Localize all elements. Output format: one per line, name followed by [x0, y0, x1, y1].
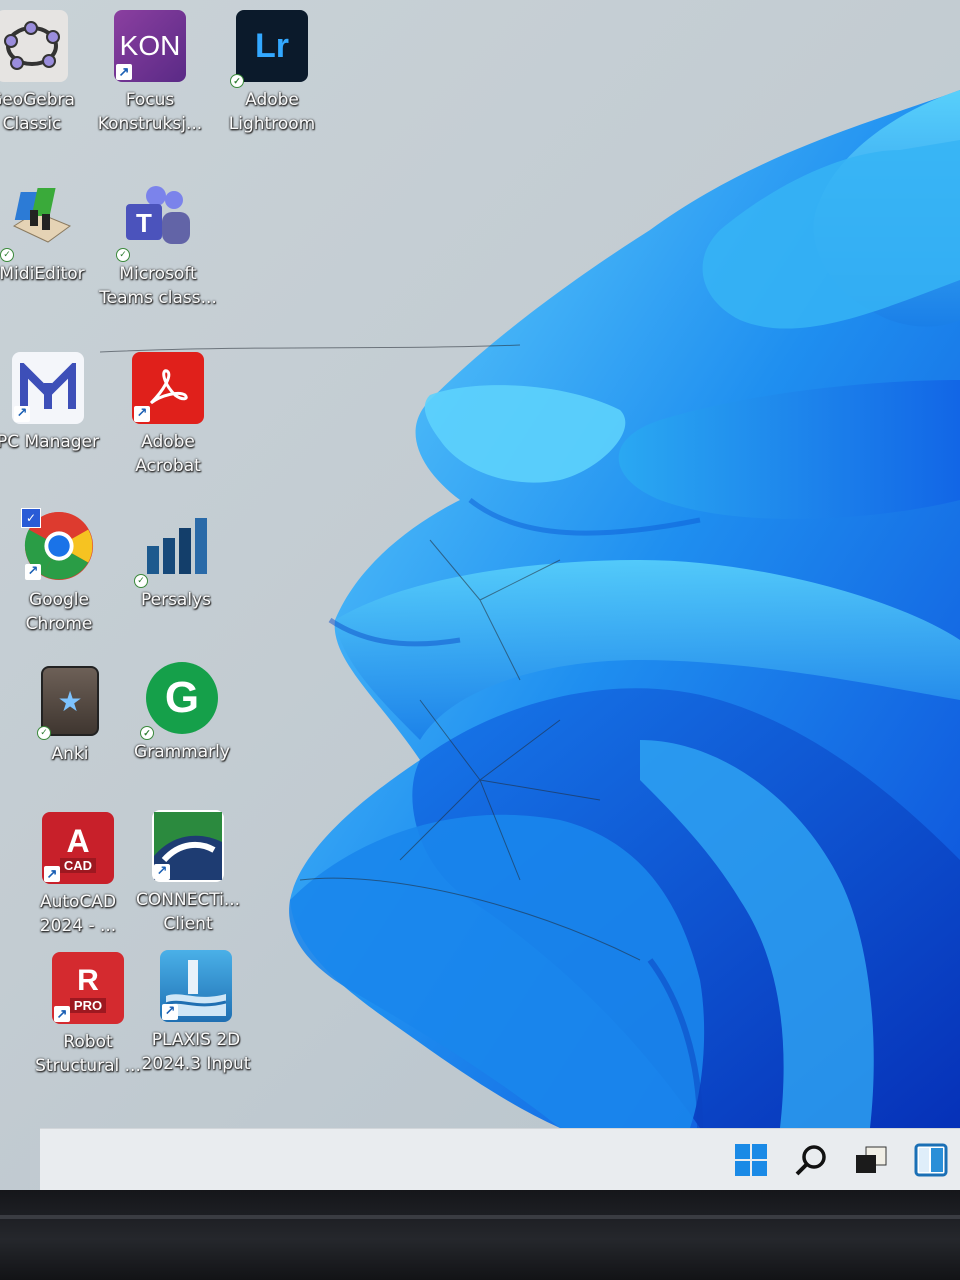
desktop-icon-label: MidiEditor	[0, 264, 85, 284]
robot-structural-icon: R PRO ↗	[52, 952, 124, 1024]
widgets-button[interactable]	[910, 1139, 952, 1181]
widgets-icon	[914, 1143, 948, 1177]
autocad-tile-text: A	[66, 822, 90, 859]
bezel-edge	[0, 1215, 960, 1219]
shortcut-arrow-icon: ↗	[54, 1006, 70, 1022]
desktop-icon-label: Persalys	[140, 590, 211, 610]
sync-check-icon: ✓	[230, 74, 244, 88]
desktop-icon-acrobat[interactable]: ↗ Adobe Acrobat	[108, 352, 228, 478]
desktop-icon-anki[interactable]: ★ ✓ Anki	[10, 666, 130, 766]
desktop-icon-label: Adobe Acrobat	[135, 432, 201, 476]
shortcut-arrow-icon: ↗	[44, 866, 60, 882]
midieditor-icon: ✓	[0, 184, 78, 262]
shortcut-arrow-icon: ↗	[134, 406, 150, 422]
grammarly-icon: G ✓	[140, 662, 218, 740]
desktop-icon-connect-client[interactable]: ↗ CONNECTi... Client	[128, 810, 248, 936]
desktop-icon-midieditor[interactable]: ✓ MidiEditor	[0, 184, 102, 286]
desktop-icon-label: AutoCAD 2024 - ...	[39, 892, 117, 936]
desktop-icon-plaxis[interactable]: ↗ PLAXIS 2D 2024.3 Input	[136, 950, 256, 1076]
autocad-icon: A CAD ↗	[42, 812, 114, 884]
desktop-icon-focus-konstruksjon[interactable]: KON ↗ Focus Konstruksj...	[90, 10, 210, 136]
shortcut-arrow-icon: ↗	[154, 864, 170, 880]
desktop-icon-autocad[interactable]: A CAD ↗ AutoCAD 2024 - ...	[18, 812, 138, 938]
shortcut-arrow-icon: ↗	[25, 564, 41, 580]
sync-check-icon: ✓	[134, 574, 148, 588]
search-button[interactable]	[790, 1139, 832, 1181]
sync-check-icon: ✓	[37, 726, 51, 740]
shortcut-arrow-icon: ↗	[162, 1004, 178, 1020]
desktop-icon-pc-manager[interactable]: ↗ PC Manager	[0, 352, 108, 454]
autocad-tile-sub: CAD	[59, 857, 97, 873]
robot-tile-text: R	[77, 963, 99, 997]
start-icon	[735, 1144, 767, 1176]
start-button[interactable]	[730, 1139, 772, 1181]
chrome-icon: ↗ ✓	[21, 508, 95, 582]
acrobat-icon: ↗	[132, 352, 204, 424]
desktop-icon-label: CONNECTi... Client	[135, 890, 241, 934]
desktop-icon-label: Adobe Lightroom	[228, 90, 316, 134]
task-view-button[interactable]	[850, 1139, 892, 1181]
sync-check-icon: ✓	[140, 726, 154, 740]
desktop-icon-persalys[interactable]: ✓ Persalys	[116, 510, 236, 612]
grammarly-tile-text: G	[164, 673, 200, 722]
lightroom-icon: Lr ✓	[230, 10, 308, 88]
desktop-icon-label: Microsoft Teams class...	[99, 264, 217, 308]
desktop-icon-label: Anki	[51, 744, 89, 764]
focus-kon-icon: KON ↗	[114, 10, 186, 82]
lightroom-tile-text: Lr	[255, 26, 289, 65]
robot-tile-sub: PRO	[69, 997, 107, 1013]
sync-check-icon: ✓	[116, 248, 130, 262]
desktop-icon-chrome[interactable]: ↗ ✓ Google Chrome	[0, 508, 119, 636]
selection-checkbox-icon[interactable]: ✓	[21, 508, 41, 528]
desktop-icon-grammarly[interactable]: G ✓ Grammarly	[122, 662, 242, 764]
desktop-icon-lightroom[interactable]: Lr ✓ Adobe Lightroom	[212, 10, 332, 136]
desktop-icon-label: Grammarly	[134, 742, 230, 762]
connect-client-icon: ↗	[152, 810, 224, 882]
star-icon: ★	[57, 684, 83, 718]
shortcut-arrow-icon: ↗	[14, 406, 30, 422]
anki-icon: ★ ✓	[37, 666, 99, 740]
desktop-icon-label: PLAXIS 2D 2024.3 Input	[141, 1030, 251, 1074]
desktop-icon-label: Google Chrome	[25, 590, 93, 634]
persalys-icon: ✓	[134, 510, 212, 588]
desktop-icon-label: GeoGebra Classic	[0, 90, 75, 134]
sync-check-icon: ✓	[0, 248, 14, 262]
desktop-icon-label: Robot Structural ...	[35, 1032, 141, 1076]
focus-kon-tile-text: KON	[119, 30, 181, 61]
search-icon	[795, 1145, 826, 1176]
pc-manager-icon: ↗	[12, 352, 84, 424]
desktop-icon-robot-structural[interactable]: R PRO ↗ Robot Structural ...	[28, 952, 148, 1078]
desktop-icon-teams[interactable]: T ✓ Microsoft Teams class...	[98, 184, 218, 310]
desktop-icon-geogebra[interactable]: GeoGebra Classic	[0, 10, 92, 136]
task-view-icon	[856, 1146, 887, 1173]
teams-icon: T ✓	[116, 184, 194, 262]
shortcut-arrow-icon: ↗	[116, 64, 132, 80]
laptop-bezel	[0, 1190, 960, 1280]
taskbar	[40, 1128, 960, 1190]
geogebra-icon	[0, 10, 68, 82]
teams-tile-text: T	[136, 208, 152, 238]
desktop-icon-label: Focus Konstruksj...	[97, 90, 203, 134]
desktop-icon-label: PC Manager	[0, 432, 100, 452]
plaxis-icon: ↗	[160, 950, 232, 1022]
desktop-screen: GeoGebra Classic KON ↗ Focus Konstruksj.…	[0, 0, 960, 1190]
